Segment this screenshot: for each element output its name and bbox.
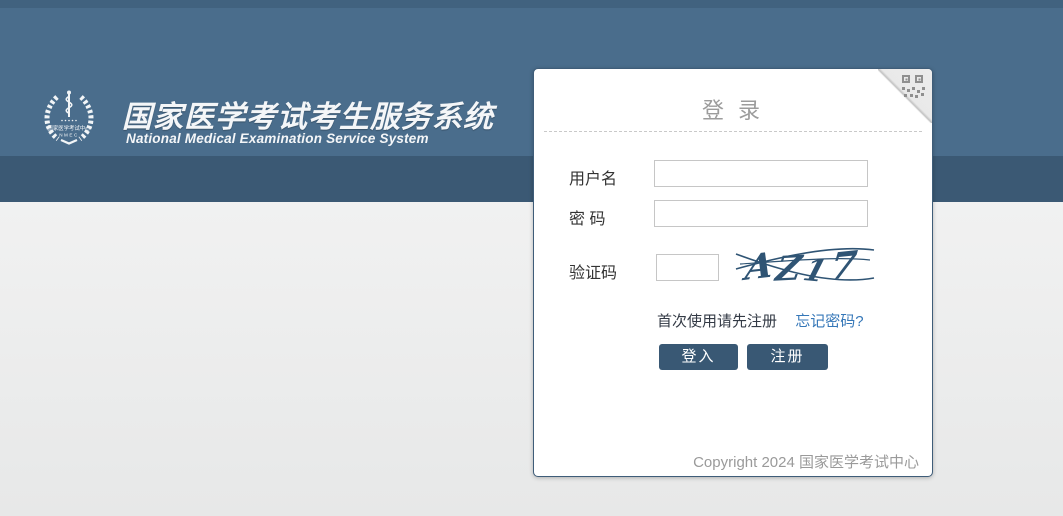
forgot-password-link[interactable]: 忘记密码? xyxy=(795,313,863,330)
logo-small-text-en: NMEC xyxy=(59,133,79,138)
username-label: 用户名 xyxy=(569,165,617,189)
top-strip xyxy=(0,0,1063,8)
login-panel: 登 录 用户名 密 码 验证码 AZ17 首次使用请先注册 忘记密码? 登入 注… xyxy=(533,68,933,477)
app-title: 国家医学考试考生服务系统 xyxy=(122,92,494,136)
login-title: 登 录 xyxy=(534,93,932,125)
title-separator xyxy=(544,131,922,132)
login-button[interactable]: 登入 xyxy=(659,344,738,370)
captcha-image[interactable]: AZ17 xyxy=(734,240,876,292)
username-input[interactable] xyxy=(654,160,868,187)
nmec-emblem-logo-icon: 国家医学考试中心 NMEC xyxy=(36,84,102,150)
register-hint-text: 首次使用请先注册 xyxy=(657,313,777,330)
captcha-label: 验证码 xyxy=(569,259,617,283)
logo-small-text-cn: 国家医学考试中心 xyxy=(47,124,91,132)
copyright-text: Copyright 2024 国家医学考试中心 xyxy=(693,451,919,472)
password-input[interactable] xyxy=(654,200,868,227)
page: 国家医学考试中心 NMEC 国家医学考试考生服务系统 National Medi… xyxy=(0,0,1063,516)
hint-row: 首次使用请先注册 忘记密码? xyxy=(657,310,864,331)
password-label: 密 码 xyxy=(569,205,605,229)
register-button[interactable]: 注册 xyxy=(747,344,828,370)
app-subtitle: National Medical Examination Service Sys… xyxy=(126,131,429,146)
captcha-input[interactable] xyxy=(656,254,719,281)
captcha-text: AZ17 xyxy=(741,243,865,287)
